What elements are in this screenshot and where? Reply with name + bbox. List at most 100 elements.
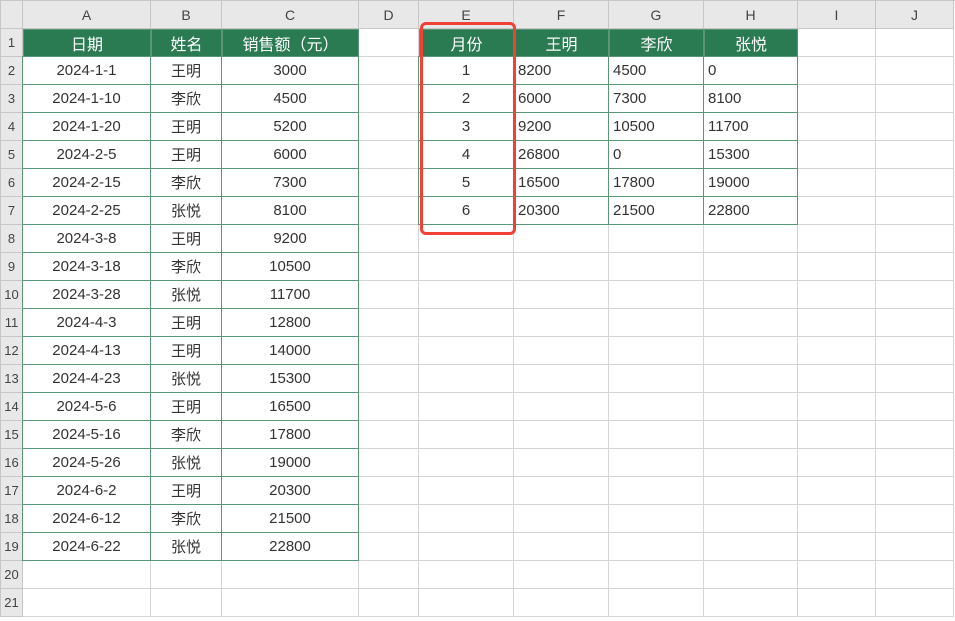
cell-J16[interactable]: [876, 449, 954, 477]
cell-J12[interactable]: [876, 337, 954, 365]
cell-H20[interactable]: [704, 561, 798, 589]
cell-J7[interactable]: [876, 197, 954, 225]
cell-B6[interactable]: 李欣: [150, 168, 222, 197]
cell-G20[interactable]: [609, 561, 704, 589]
cell-E2[interactable]: 1: [418, 56, 514, 85]
cell-H21[interactable]: [704, 589, 798, 617]
cell-A4[interactable]: 2024-1-20: [22, 112, 151, 141]
col-header-E[interactable]: E: [419, 1, 514, 29]
cell-A19[interactable]: 2024-6-22: [22, 532, 151, 561]
cell-B4[interactable]: 王明: [150, 112, 222, 141]
cell-G19[interactable]: [609, 533, 704, 561]
cell-F18[interactable]: [514, 505, 609, 533]
cell-E1[interactable]: 月份: [419, 29, 514, 57]
cell-F6[interactable]: 16500: [513, 168, 609, 197]
cell-H10[interactable]: [704, 281, 798, 309]
cell-G7[interactable]: 21500: [608, 196, 704, 225]
cell-A14[interactable]: 2024-5-6: [22, 392, 151, 421]
cell-I3[interactable]: [798, 85, 876, 113]
cell-E12[interactable]: [419, 337, 514, 365]
cell-I7[interactable]: [798, 197, 876, 225]
cell-A13[interactable]: 2024-4-23: [22, 364, 151, 393]
cell-F8[interactable]: [514, 225, 609, 253]
cell-A21[interactable]: [23, 589, 151, 617]
cell-G10[interactable]: [609, 281, 704, 309]
cell-G16[interactable]: [609, 449, 704, 477]
row-header-2[interactable]: 2: [1, 57, 23, 85]
cell-H19[interactable]: [704, 533, 798, 561]
cell-A2[interactable]: 2024-1-1: [22, 56, 151, 85]
row-header-11[interactable]: 11: [1, 309, 23, 337]
cell-D2[interactable]: [359, 57, 419, 85]
cell-A18[interactable]: 2024-6-12: [22, 504, 151, 533]
cell-A16[interactable]: 2024-5-26: [22, 448, 151, 477]
cell-F14[interactable]: [514, 393, 609, 421]
cell-G1[interactable]: 李欣: [609, 29, 704, 57]
cell-E6[interactable]: 5: [418, 168, 514, 197]
cell-C12[interactable]: 14000: [221, 336, 359, 365]
cell-A15[interactable]: 2024-5-16: [22, 420, 151, 449]
cell-I19[interactable]: [798, 533, 876, 561]
cell-A5[interactable]: 2024-2-5: [22, 140, 151, 169]
cell-F13[interactable]: [514, 365, 609, 393]
cell-C3[interactable]: 4500: [221, 84, 359, 113]
cell-B17[interactable]: 王明: [150, 476, 222, 505]
row-header-5[interactable]: 5: [1, 141, 23, 169]
cell-J9[interactable]: [876, 253, 954, 281]
cell-B16[interactable]: 张悦: [150, 448, 222, 477]
cell-C19[interactable]: 22800: [221, 532, 359, 561]
cell-J11[interactable]: [876, 309, 954, 337]
cell-A10[interactable]: 2024-3-28: [22, 280, 151, 309]
cell-E20[interactable]: [419, 561, 514, 589]
cell-J19[interactable]: [876, 533, 954, 561]
cell-D6[interactable]: [359, 169, 419, 197]
cell-H8[interactable]: [704, 225, 798, 253]
cell-A6[interactable]: 2024-2-15: [22, 168, 151, 197]
col-header-B[interactable]: B: [151, 1, 222, 29]
cell-E9[interactable]: [419, 253, 514, 281]
cell-F11[interactable]: [514, 309, 609, 337]
cell-F1[interactable]: 王明: [514, 29, 609, 57]
cell-D15[interactable]: [359, 421, 419, 449]
cell-C13[interactable]: 15300: [221, 364, 359, 393]
cell-C5[interactable]: 6000: [221, 140, 359, 169]
cell-D8[interactable]: [359, 225, 419, 253]
cell-I1[interactable]: [798, 29, 876, 57]
cell-B11[interactable]: 王明: [150, 308, 222, 337]
cell-D19[interactable]: [359, 533, 419, 561]
cell-B12[interactable]: 王明: [150, 336, 222, 365]
cell-I9[interactable]: [798, 253, 876, 281]
cell-B15[interactable]: 李欣: [150, 420, 222, 449]
cell-I2[interactable]: [798, 57, 876, 85]
cell-I5[interactable]: [798, 141, 876, 169]
cell-H12[interactable]: [704, 337, 798, 365]
cell-G17[interactable]: [609, 477, 704, 505]
cell-F19[interactable]: [514, 533, 609, 561]
cell-B14[interactable]: 王明: [150, 392, 222, 421]
cell-I13[interactable]: [798, 365, 876, 393]
cell-B8[interactable]: 王明: [150, 224, 222, 253]
cell-F20[interactable]: [514, 561, 609, 589]
cell-G13[interactable]: [609, 365, 704, 393]
cell-G21[interactable]: [609, 589, 704, 617]
cell-H3[interactable]: 8100: [703, 84, 798, 113]
cell-G11[interactable]: [609, 309, 704, 337]
cell-G6[interactable]: 17800: [608, 168, 704, 197]
cell-H17[interactable]: [704, 477, 798, 505]
cell-G9[interactable]: [609, 253, 704, 281]
cell-A17[interactable]: 2024-6-2: [22, 476, 151, 505]
cell-B5[interactable]: 王明: [150, 140, 222, 169]
cell-G18[interactable]: [609, 505, 704, 533]
cell-C21[interactable]: [222, 589, 359, 617]
cell-D4[interactable]: [359, 113, 419, 141]
cell-A11[interactable]: 2024-4-3: [22, 308, 151, 337]
cell-H6[interactable]: 19000: [703, 168, 798, 197]
cell-H11[interactable]: [704, 309, 798, 337]
cell-A12[interactable]: 2024-4-13: [22, 336, 151, 365]
cell-G14[interactable]: [609, 393, 704, 421]
cell-C2[interactable]: 3000: [221, 56, 359, 85]
row-header-19[interactable]: 19: [1, 533, 23, 561]
cell-J18[interactable]: [876, 505, 954, 533]
cell-G8[interactable]: [609, 225, 704, 253]
cell-I6[interactable]: [798, 169, 876, 197]
